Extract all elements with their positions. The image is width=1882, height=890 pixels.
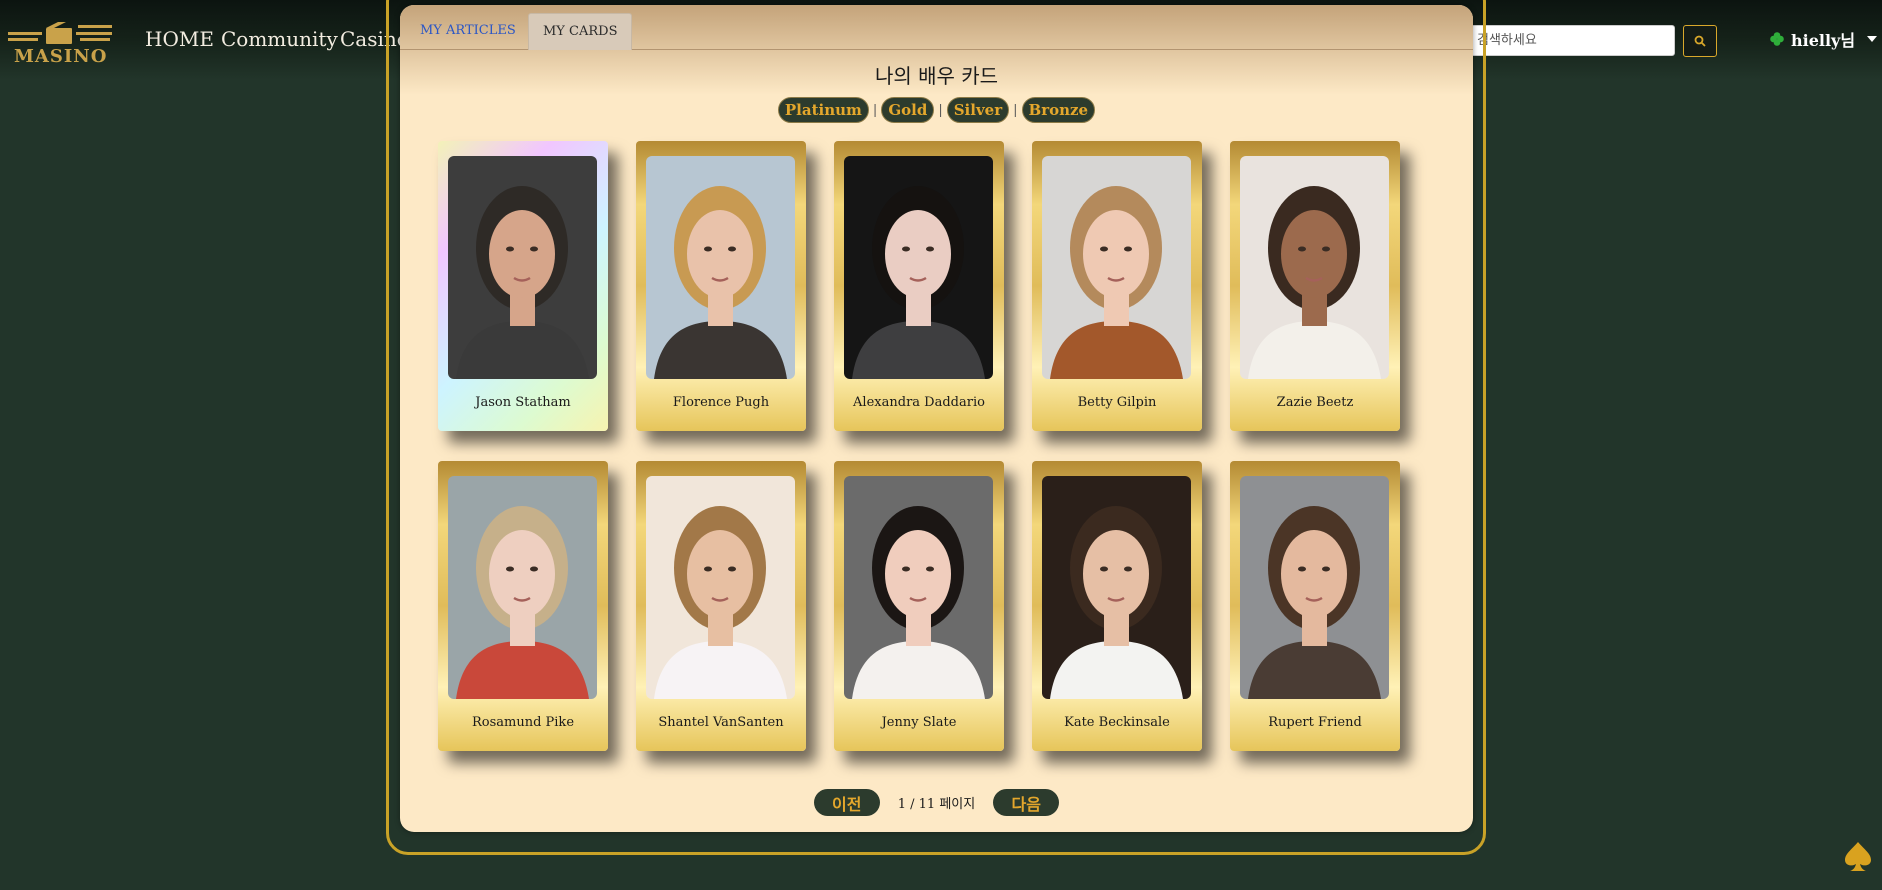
actor-card[interactable]: Betty Gilpin	[1032, 141, 1202, 431]
tier-filter-bar: Platinum | Gold | Silver | Bronze	[400, 97, 1473, 123]
filter-silver-button[interactable]: Silver	[946, 97, 1010, 123]
actor-card[interactable]: Jason Statham	[438, 141, 608, 431]
clover-icon	[1770, 32, 1784, 46]
actor-photo	[448, 156, 597, 379]
tab-my-articles[interactable]: MY ARTICLES	[406, 13, 530, 49]
actor-name: Alexandra Daddario	[853, 395, 985, 410]
page-title: 나의 배우 카드	[874, 64, 999, 88]
actor-name: Kate Beckinsale	[1064, 715, 1170, 730]
actor-name: Shantel VanSanten	[658, 715, 784, 730]
actor-card[interactable]: Rupert Friend	[1230, 461, 1400, 751]
filter-platinum-button[interactable]: Platinum	[777, 97, 869, 123]
actor-card[interactable]: Zazie Beetz	[1230, 141, 1400, 431]
filter-bronze-button[interactable]: Bronze	[1021, 97, 1096, 123]
actor-photo	[448, 476, 597, 699]
actor-name: Jason Statham	[475, 395, 571, 410]
prev-page-button[interactable]: 이전	[813, 789, 880, 816]
actor-photo	[844, 156, 993, 379]
pagination: 이전 1 / 11 페이지 다음	[400, 789, 1473, 816]
actor-photo	[1240, 156, 1389, 379]
filter-gold-button[interactable]: Gold	[881, 97, 935, 123]
actor-card[interactable]: Florence Pugh	[636, 141, 806, 431]
tab-bar: MY ARTICLES MY CARDS	[400, 13, 1473, 50]
actor-photo	[646, 476, 795, 699]
actor-card[interactable]: Shantel VanSanten	[636, 461, 806, 751]
actor-name: Jenny Slate	[881, 715, 957, 730]
actor-card[interactable]: Alexandra Daddario	[834, 141, 1004, 431]
actor-card[interactable]: Jenny Slate	[834, 461, 1004, 751]
search-button[interactable]	[1683, 25, 1717, 57]
mypage-panel: MY ARTICLES MY CARDS 나의 배우 카드 Platinum |…	[400, 5, 1473, 832]
actor-name: Zazie Beetz	[1276, 395, 1354, 410]
actor-name: Rosamund Pike	[471, 715, 575, 730]
filter-separator: |	[938, 102, 943, 118]
actor-photo	[1042, 156, 1191, 379]
user-menu[interactable]: hielly님	[1769, 27, 1878, 51]
filter-separator: |	[1013, 102, 1018, 118]
tab-my-cards[interactable]: MY CARDS	[528, 13, 633, 50]
actor-photo	[844, 476, 993, 699]
filter-separator: |	[872, 102, 878, 118]
spade-icon[interactable]	[1843, 840, 1873, 874]
page-indicator: 1 / 11 페이지	[897, 797, 976, 812]
actor-name: Betty Gilpin	[1077, 395, 1157, 410]
logo-text: MASINO	[14, 46, 108, 67]
chevron-down-icon	[1867, 36, 1878, 42]
actor-photo	[1042, 476, 1191, 699]
nav-community-link[interactable]: Community	[221, 27, 338, 51]
actor-card[interactable]: Kate Beckinsale	[1032, 461, 1202, 751]
nav-home-link[interactable]: HOME	[145, 27, 214, 51]
search-icon	[1694, 35, 1706, 47]
actor-name: Rupert Friend	[1268, 715, 1362, 730]
actor-name: Florence Pugh	[672, 395, 770, 410]
actor-photo	[1240, 476, 1389, 699]
next-page-button[interactable]: 다음	[993, 789, 1060, 816]
actor-photo	[646, 156, 795, 379]
user-name: hielly님	[1791, 31, 1856, 50]
actor-card[interactable]: Rosamund Pike	[438, 461, 608, 751]
